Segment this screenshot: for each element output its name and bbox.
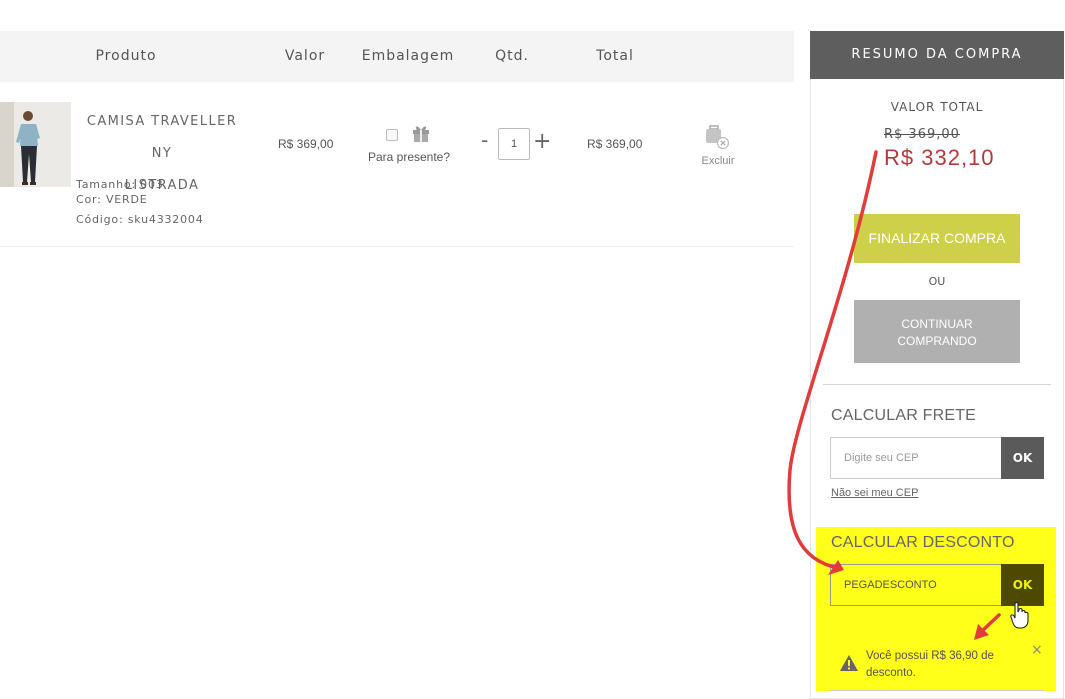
- old-price: R$ 369,00: [884, 127, 960, 142]
- warning-icon: [839, 654, 859, 676]
- qty-value: 1: [510, 138, 518, 150]
- header-total: Total: [596, 48, 634, 64]
- continuar-comprando-button[interactable]: CONTINUAR COMPRANDO: [854, 300, 1020, 363]
- discount-code-input[interactable]: [830, 564, 1002, 606]
- qty-decrease-button[interactable]: -: [481, 130, 488, 150]
- gift-icon: [411, 123, 431, 147]
- header-embalagem: Embalagem: [361, 48, 455, 64]
- row-divider: [0, 246, 794, 247]
- desconto-ok-button[interactable]: OK: [1001, 564, 1044, 606]
- item-unit-price: R$ 369,00: [278, 137, 334, 151]
- gift-checkbox[interactable]: [386, 129, 398, 141]
- valor-total-label: VALOR TOTAL: [890, 100, 984, 114]
- desconto-title: CALCULAR DESCONTO: [831, 534, 1015, 551]
- gift-label: Para presente?: [367, 150, 451, 164]
- product-image[interactable]: [0, 102, 71, 187]
- discount-alert-message: Você possui R$ 36,90 de desconto.: [866, 650, 994, 679]
- product-size: Tamanho: 003: [76, 178, 164, 191]
- product-color: Cor: VERDE: [76, 193, 148, 206]
- product-name-line1: CAMISA TRAVELLER NY: [86, 114, 238, 161]
- frete-title: CALCULAR FRETE: [831, 407, 977, 424]
- finalizar-compra-button[interactable]: FINALIZAR COMPRA: [854, 214, 1020, 263]
- new-price: R$ 332,10: [884, 145, 995, 170]
- item-total-price: R$ 369,00: [587, 137, 643, 151]
- bottom-divider: [830, 690, 1044, 691]
- header-valor: Valor: [284, 48, 326, 64]
- summary-title: RESUMO DA COMPRA: [810, 31, 1064, 79]
- ou-separator: OU: [928, 275, 946, 288]
- close-icon[interactable]: ×: [1031, 642, 1043, 658]
- nao-sei-cep-link[interactable]: Não sei meu CEP: [831, 487, 918, 499]
- cart-table-header: Produto Valor Embalagem Qtd. Total: [0, 31, 794, 82]
- continuar-line1: CONTINUAR: [901, 317, 973, 331]
- continuar-line2: COMPRANDO: [897, 334, 977, 348]
- summary-divider: [823, 384, 1051, 385]
- delete-item-link[interactable]: Excluir: [694, 155, 742, 167]
- qty-increase-button[interactable]: +: [533, 131, 551, 153]
- frete-ok-button[interactable]: OK: [1001, 437, 1044, 479]
- header-qtd: Qtd.: [495, 48, 529, 64]
- cep-input[interactable]: [830, 437, 1002, 479]
- header-produto: Produto: [95, 48, 157, 64]
- qty-input[interactable]: 1: [498, 128, 530, 160]
- bag-remove-icon[interactable]: [704, 124, 730, 154]
- product-code: Código: sku4332004: [76, 213, 204, 226]
